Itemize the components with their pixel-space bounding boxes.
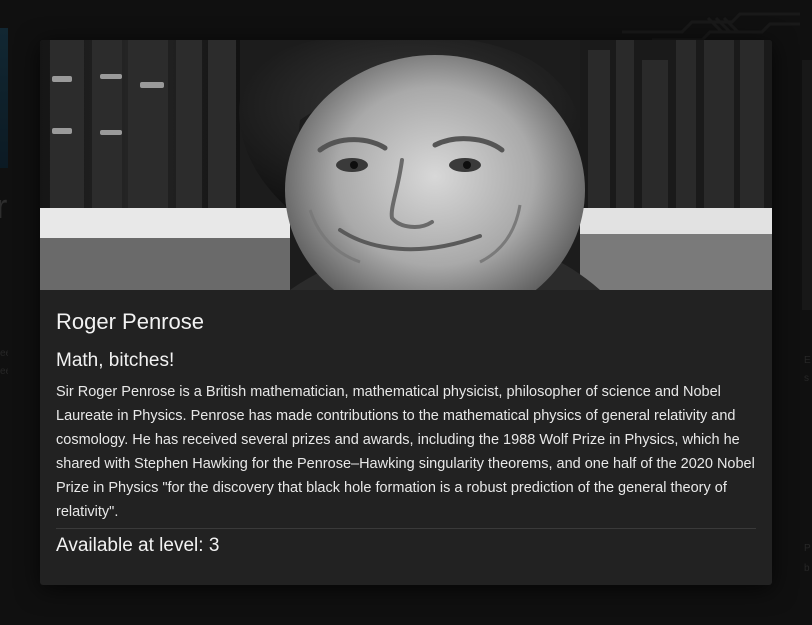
portrait-photo-icon <box>40 40 772 290</box>
divider <box>56 528 756 529</box>
portrait-image <box>40 40 772 290</box>
character-name: Roger Penrose <box>56 309 204 334</box>
character-description: Sir Roger Penrose is a British mathemati… <box>56 384 755 520</box>
level-label: Available at level: <box>56 535 204 556</box>
level-value: 3 <box>208 535 220 556</box>
modal-content: Roger Penrose Math, bitches! Sir Roger P… <box>40 290 772 559</box>
availability-level: Available at level: 3 <box>56 533 756 559</box>
character-tagline: Math, bitches! <box>56 350 175 371</box>
app-screen: r ee ee E s P b <box>0 0 812 625</box>
character-modal: Roger Penrose Math, bitches! Sir Roger P… <box>40 40 772 585</box>
